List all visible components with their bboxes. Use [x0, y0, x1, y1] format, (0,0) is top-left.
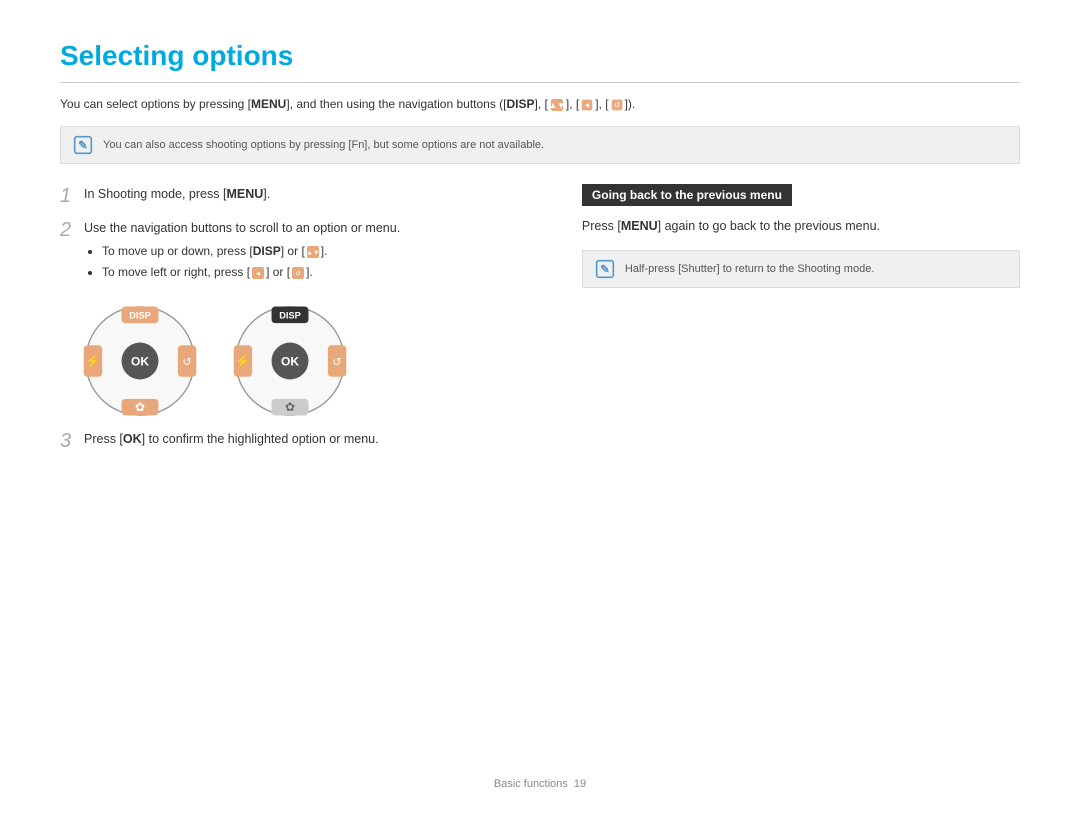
page-title: Selecting options [60, 40, 1020, 72]
footer-text: Basic functions [494, 778, 568, 790]
svg-text:OK: OK [281, 354, 299, 368]
svg-text:↺: ↺ [332, 356, 341, 368]
svg-text:↺: ↺ [613, 100, 619, 109]
svg-text:⚡: ⚡ [235, 353, 251, 369]
info-icon-1: ✎ [73, 135, 93, 155]
left-column: 1 In Shooting mode, press [MENU]. 2 Use … [60, 184, 542, 462]
right-column: Going back to the previous menu Press [M… [582, 184, 1020, 462]
step-1-num: 1 [60, 184, 76, 208]
note-box-2: ✎ Half-press [Shutter] to return to the … [582, 250, 1020, 288]
svg-text:▲▼: ▲▼ [549, 101, 565, 110]
note-box-1: ✎ You can also access shooting options b… [60, 126, 1020, 164]
bullet-2: To move left or right, press [◄] or [↺]. [102, 263, 400, 282]
dial-1: DISP ✿ ⚡ ↺ OK [80, 301, 200, 421]
svg-text:✎: ✎ [78, 139, 88, 152]
svg-text:↺: ↺ [182, 356, 191, 368]
svg-text:⚡: ⚡ [85, 353, 101, 369]
bullet-1: To move up or down, press [DISP] or [▲▼]… [102, 242, 400, 261]
page-footer: Basic functions 19 [0, 778, 1080, 790]
step-2-content: Use the navigation buttons to scroll to … [84, 218, 400, 284]
svg-text:◄: ◄ [584, 100, 591, 109]
step-2-bullets: To move up or down, press [DISP] or [▲▼]… [102, 242, 400, 282]
svg-text:✿: ✿ [135, 399, 145, 413]
step-3-num: 3 [60, 429, 76, 453]
step-1-content: In Shooting mode, press [MENU]. [84, 184, 270, 204]
step-3-content: Press [OK] to confirm the highlighted op… [84, 429, 379, 449]
info-icon-2: ✎ [595, 259, 615, 279]
title-divider [60, 82, 1020, 83]
step-3: 3 Press [OK] to confirm the highlighted … [60, 429, 542, 453]
footer-page: 19 [574, 778, 586, 790]
diagrams: DISP ✿ ⚡ ↺ OK [80, 301, 542, 421]
svg-text:DISP: DISP [279, 310, 301, 320]
step-1: 1 In Shooting mode, press [MENU]. [60, 184, 542, 208]
svg-text:▲▼: ▲▼ [306, 250, 319, 257]
svg-text:◄: ◄ [255, 271, 262, 278]
svg-text:OK: OK [131, 354, 149, 368]
svg-text:DISP: DISP [129, 310, 151, 320]
svg-text:✿: ✿ [285, 399, 295, 413]
step-2: 2 Use the navigation buttons to scroll t… [60, 218, 542, 284]
previous-menu-title: Going back to the previous menu [582, 184, 792, 206]
note-text-2: Half-press [Shutter] to return to the Sh… [625, 263, 874, 275]
dial-2: DISP ✿ ⚡ ↺ OK [230, 301, 350, 421]
previous-menu-text: Press [MENU] again to go back to the pre… [582, 216, 1020, 236]
svg-text:↺: ↺ [295, 271, 301, 278]
svg-text:✎: ✎ [600, 263, 610, 276]
intro-text: You can select options by pressing [MENU… [60, 95, 1020, 114]
step-2-num: 2 [60, 218, 76, 242]
note-text-1: You can also access shooting options by … [103, 139, 544, 151]
